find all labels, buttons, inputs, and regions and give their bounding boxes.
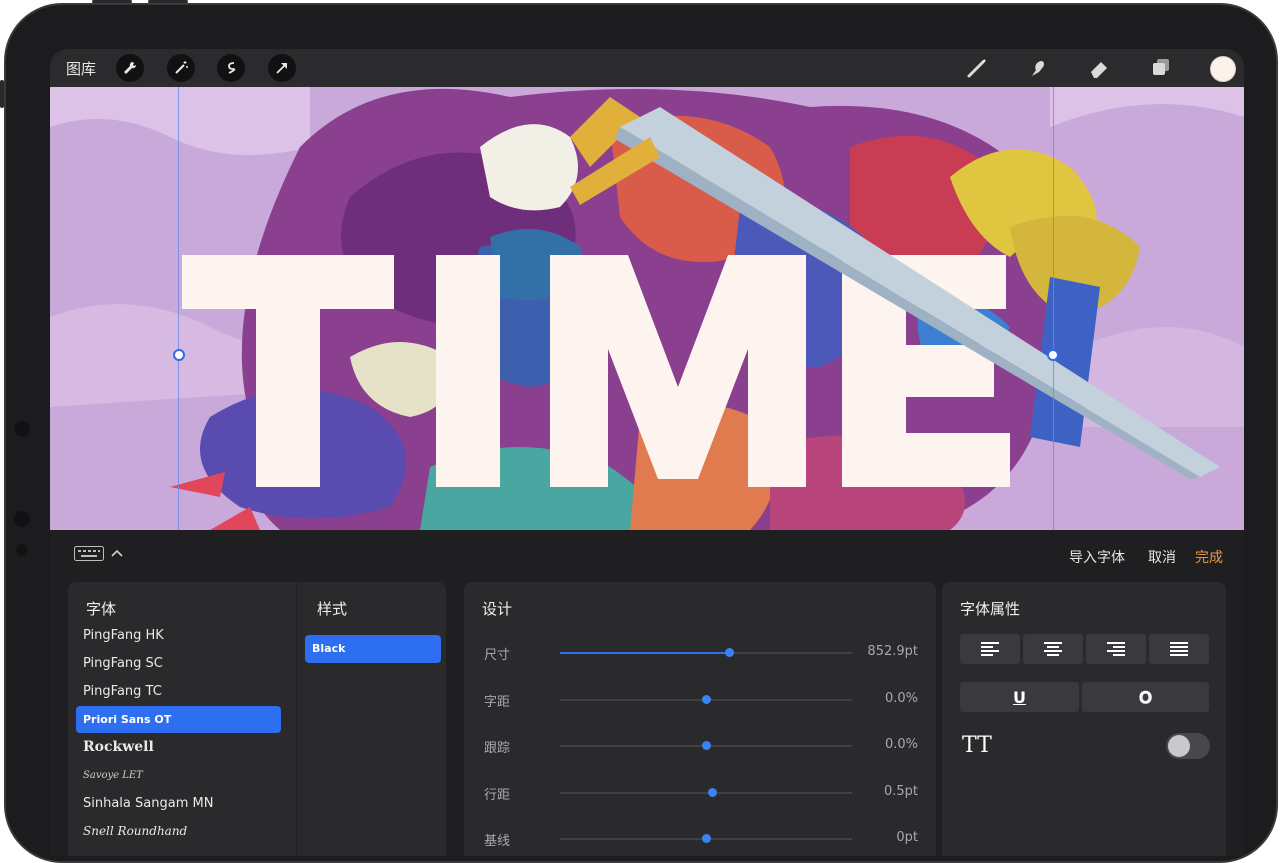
font-item[interactable]: PingFang SC [83,650,289,677]
eraser-icon[interactable] [1085,55,1113,81]
align-right-icon [1107,642,1125,656]
slider-value: 0.5pt [883,783,918,799]
fonts-heading: 字体 [86,600,117,618]
text-box-left-handle[interactable] [173,349,185,361]
slider-knob[interactable] [707,787,717,797]
done-button[interactable]: 完成 [1195,547,1223,567]
slider-label: 字距 [484,694,511,710]
slider-label: 尺寸 [484,648,511,663]
slider-knob[interactable] [725,648,735,657]
align-justify-icon [1170,642,1188,656]
slider-fill [560,652,730,654]
screen: 图库 导入字体 取消 完成 字体 PingFang HK PingFang SC… [50,49,1244,856]
align-left-button[interactable] [960,634,1020,664]
magic-wand-icon[interactable] [167,54,195,82]
camera-sensor [14,511,30,527]
styles-column: 样式 Black [296,582,447,856]
smudge-icon[interactable] [1024,55,1052,81]
font-item[interactable]: PingFang HK [83,622,289,649]
slider-value: 0pt [896,830,918,845]
font-attributes-card: 字体属性 U O TT [942,582,1226,856]
font-item[interactable]: Rockwell [83,734,289,761]
slider-track[interactable] [560,834,852,843]
underline-button[interactable]: U [960,682,1079,712]
top-toolbar: 图库 [50,49,1244,87]
align-justify-button[interactable] [1149,634,1209,664]
slider-label: 行距 [484,787,511,803]
transform-arrow-icon[interactable] [268,54,296,82]
color-picker-button[interactable] [1210,56,1236,82]
top-button [92,0,132,3]
slider-knob[interactable] [702,834,711,843]
cancel-button[interactable]: 取消 [1148,547,1176,567]
top-button [148,0,188,3]
brush-icon[interactable] [963,55,991,81]
slider-value: 0.0% [884,690,918,706]
align-center-button[interactable] [1023,634,1083,664]
font-item[interactable]: Snell Roundhand [83,818,289,845]
text-editor-panel: 导入字体 取消 完成 字体 PingFang HK PingFang SC Pi… [50,530,1244,856]
keyboard-toggle-button[interactable] [74,546,126,566]
text-box-left-guide [178,87,179,530]
import-font-button[interactable]: 导入字体 [1069,547,1125,567]
ipad-frame: 图库 导入字体 取消 完成 字体 PingFang HK PingFang SC… [4,3,1278,863]
slider-value: 0.0% [884,737,918,752]
slider-knob[interactable] [702,741,711,750]
slider-track[interactable] [560,694,852,704]
align-left-icon [981,642,999,656]
all-caps-toggle[interactable] [1166,733,1210,759]
wrench-icon[interactable] [116,54,144,82]
slider-label: 基线 [484,834,511,849]
font-item[interactable]: PingFang TC [83,678,289,705]
design-card: 设计 尺寸 852.9pt 字距 0.0% 跟踪 0.0% 行距 0.5pt 基线 0pt [464,582,936,856]
all-caps-label: TT [962,733,992,758]
slider-track[interactable] [560,648,852,657]
slider-label: 跟踪 [484,741,511,756]
design-heading: 设计 [482,600,513,618]
text-box-right-handle[interactable] [1047,349,1059,361]
slider-knob[interactable] [702,694,711,704]
slider-track[interactable] [560,787,852,797]
panel-header: 导入字体 取消 完成 [50,530,1244,578]
selection-icon[interactable] [217,54,245,82]
style-item-selected[interactable]: Black [305,635,441,663]
attributes-heading: 字体属性 [960,600,1021,618]
align-right-button[interactable] [1086,634,1146,664]
slider-track[interactable] [560,741,852,750]
keyboard-icon [74,546,123,561]
camera-sensor [14,421,30,437]
font-browser-card: 字体 PingFang HK PingFang SC PingFang TC P… [68,582,446,856]
font-item[interactable]: Sinhala Sangam MN [83,790,289,817]
artwork-canvas[interactable] [50,87,1244,530]
gallery-button[interactable]: 图库 [66,58,96,79]
styles-heading: 样式 [317,600,348,618]
volume-button [0,80,4,108]
font-item[interactable]: Savoye LET [83,762,289,789]
align-center-icon [1044,642,1062,656]
outline-button[interactable]: O [1082,682,1209,712]
toggle-knob [1168,735,1190,757]
text-box-right-guide [1053,87,1054,530]
layers-icon[interactable] [1147,55,1175,81]
artwork-illustration [50,87,1244,530]
outline-icon: O [1138,687,1152,708]
font-item-selected[interactable]: Priori Sans OT [76,706,281,733]
slider-value: 852.9pt [867,644,918,659]
camera-sensor [16,544,28,556]
